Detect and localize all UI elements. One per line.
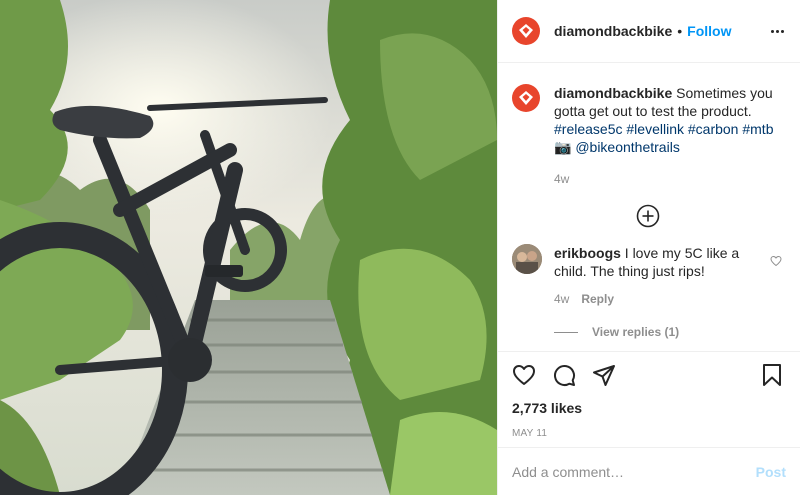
account-avatar[interactable] [512,17,540,45]
comment-text-block: erikboogs I love my 5C like a child. The… [554,244,774,280]
comment-input[interactable] [512,463,756,480]
commenter-photo [512,244,542,274]
post-actions-section: 2,773 likes MAY 11 [498,351,800,439]
caption-text-block: diamondbackbike Sometimes you gotta get … [554,84,784,156]
caption-avatar[interactable] [512,84,540,112]
diamondback-logo-icon [519,91,533,105]
share-icon[interactable] [592,363,616,387]
more-dot [776,29,779,33]
header-username[interactable]: diamondbackbike [554,23,672,39]
post-sidebar: diamondbackbike • Follow diamondbackbike… [497,0,800,495]
hashtag-link[interactable]: #mtb [742,121,773,137]
commenter-avatar[interactable] [512,244,542,274]
instagram-post: diamondbackbike • Follow diamondbackbike… [0,0,800,495]
replies-line [554,331,578,333]
comments-section[interactable]: diamondbackbike Sometimes you gotta get … [498,64,800,350]
post-date: MAY 11 [512,428,548,439]
hashtag-link[interactable]: #carbon [688,121,739,137]
comment-meta: 4w Reply [554,292,774,306]
heart-icon[interactable] [512,363,536,387]
separator-dot: • [677,23,683,39]
hashtag-link[interactable]: #levellink [626,121,684,137]
likes-count[interactable]: 2,773 likes [512,400,784,416]
caption-content: diamondbackbike Sometimes you gotta get … [554,84,784,186]
plus-circle-icon[interactable] [636,204,660,228]
bookmark-icon[interactable] [760,363,784,387]
hashtag-link[interactable]: #release5c [554,121,623,137]
comment-time: 4w [554,292,570,306]
comment-username[interactable]: erikboogs [554,245,621,261]
more-dot [781,29,784,33]
camera-emoji: 📷 [554,139,572,155]
post-comment-button[interactable]: Post [756,464,786,480]
more-options-icon[interactable] [771,26,784,37]
caption-time: 4w [554,172,570,186]
action-bar [512,352,784,398]
diamondback-logo-icon [519,24,533,38]
comment-item: erikboogs I love my 5C like a child. The… [512,244,784,306]
add-comment-bar: Post [498,447,800,495]
caption: diamondbackbike Sometimes you gotta get … [512,78,784,186]
view-replies-button[interactable]: View replies (1) [554,325,784,339]
caption-username[interactable]: diamondbackbike [554,85,672,101]
comment-content: erikboogs I love my 5C like a child. The… [554,244,774,306]
bike-photo-illustration [0,0,497,495]
view-replies-label: View replies (1) [592,325,680,339]
load-more-comments[interactable] [512,204,784,230]
mention-link[interactable]: @bikeonthetrails [575,139,680,155]
more-dot [771,29,774,33]
post-header: diamondbackbike • Follow [498,0,800,63]
comment-icon[interactable] [552,363,576,387]
reply-button[interactable]: Reply [581,292,614,306]
post-photo[interactable] [0,0,497,495]
comment-like-heart-icon[interactable] [770,254,782,272]
caption-avatar-wrap [512,84,554,186]
follow-button[interactable]: Follow [687,23,731,39]
